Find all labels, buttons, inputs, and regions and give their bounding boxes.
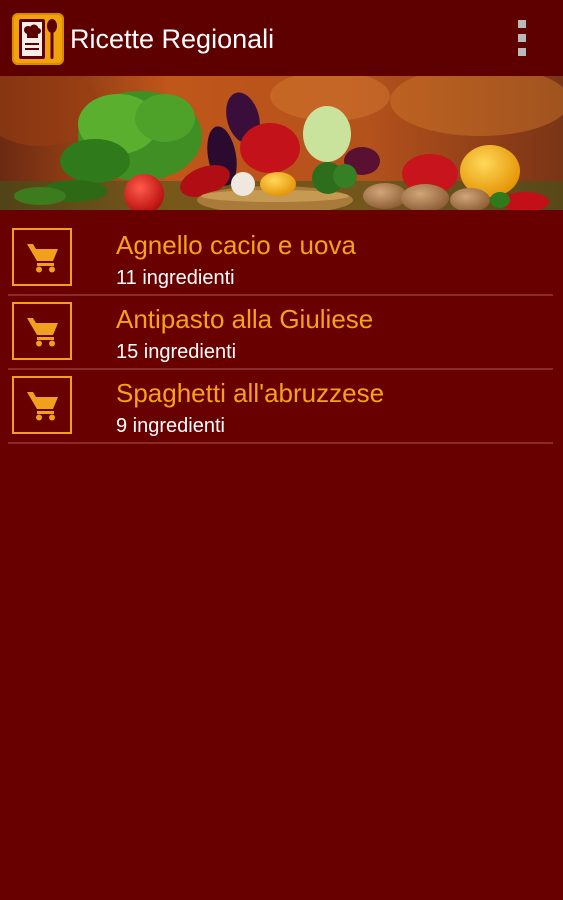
list-item[interactable]: Agnello cacio e uova 11 ingredienti	[0, 222, 563, 296]
recipe-list: Agnello cacio e uova 11 ingredienti Anti…	[0, 222, 563, 444]
ingredient-count: 9 ingredienti	[116, 415, 225, 437]
list-item[interactable]: Spaghetti all'abruzzese 9 ingredienti	[0, 370, 563, 444]
overflow-menu-icon[interactable]	[505, 16, 539, 60]
recipe-name: Antipasto alla Giuliese	[116, 304, 374, 334]
divider	[8, 442, 553, 444]
ingredient-count: 15 ingredienti	[116, 341, 237, 363]
app-title: Ricette Regionali	[70, 24, 275, 54]
ingredient-count: 11 ingredienti	[116, 267, 235, 289]
vegetables-basket-banner	[0, 76, 563, 210]
recipe-name: Spaghetti all'abruzzese	[116, 378, 385, 408]
app-bar: Ricette Regionali	[0, 0, 563, 76]
shopping-cart-icon[interactable]	[12, 302, 72, 360]
shopping-cart-icon[interactable]	[12, 228, 72, 286]
shopping-cart-icon[interactable]	[12, 376, 72, 434]
recipe-name: Agnello cacio e uova	[116, 230, 356, 260]
list-item[interactable]: Antipasto alla Giuliese 15 ingredienti	[0, 296, 563, 370]
recipe-book-icon[interactable]	[12, 13, 64, 65]
